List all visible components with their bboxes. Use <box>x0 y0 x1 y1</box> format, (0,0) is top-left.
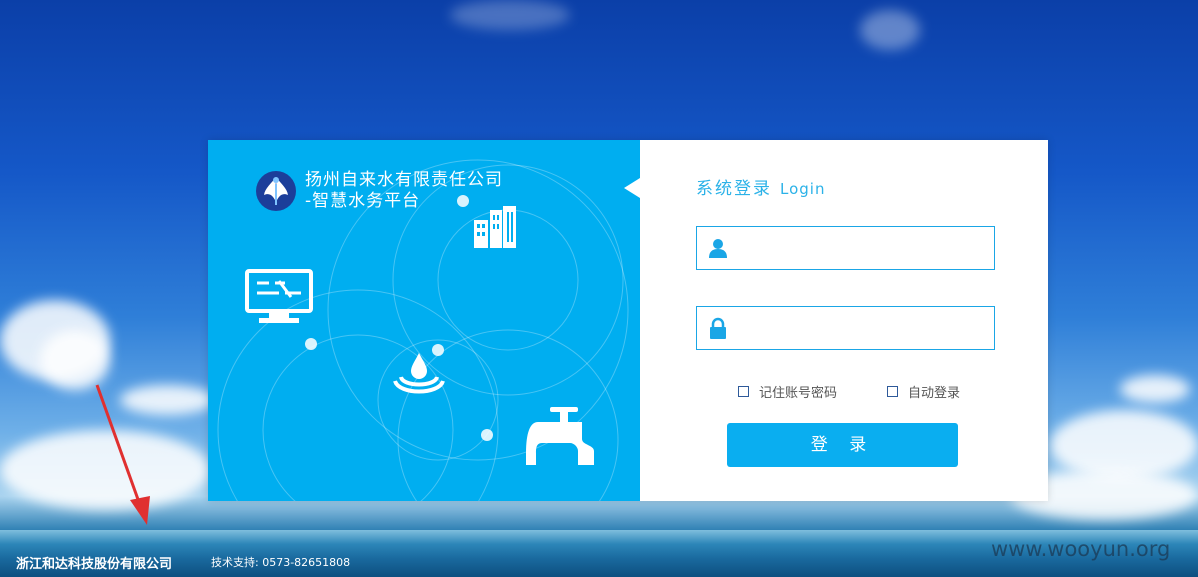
watermark: www.wooyun.org <box>991 537 1171 561</box>
checkbox-box[interactable] <box>738 386 749 397</box>
brand-header: 扬州自来水有限责任公司 -智慧水务平台 <box>255 170 503 212</box>
cloud <box>40 330 110 390</box>
remember-password-label: 记住账号密码 <box>759 386 838 401</box>
faucet-icon <box>526 407 594 465</box>
login-panel: 扬州自来水有限责任公司 -智慧水务平台 系统登录 Login 记住账号密码 自动… <box>208 140 1048 501</box>
lock-icon <box>710 317 726 339</box>
cloud <box>860 10 920 50</box>
water-drop-icon <box>393 353 445 394</box>
monitor-icon <box>245 269 313 323</box>
cloud <box>450 0 570 30</box>
cloud <box>0 430 210 510</box>
city-buildings-icon <box>474 206 516 248</box>
login-title-cn: 系统登录 <box>696 179 772 199</box>
checkbox-box[interactable] <box>887 386 898 397</box>
footer-support: 技术支持: 0573-82651808 <box>211 556 351 569</box>
username-field[interactable] <box>696 226 995 271</box>
brand-panel: 扬州自来水有限责任公司 -智慧水务平台 <box>208 140 640 501</box>
password-field[interactable] <box>696 306 995 351</box>
panel-pointer <box>624 178 640 198</box>
cloud <box>1050 410 1198 480</box>
remember-password-checkbox[interactable]: 记住账号密码 <box>738 382 837 401</box>
auto-login-checkbox[interactable]: 自动登录 <box>887 382 960 401</box>
cloud <box>120 385 215 415</box>
company-name: 扬州自来水有限责任公司 <box>305 170 503 190</box>
user-icon <box>709 239 727 258</box>
footer-company: 浙江和达科技股份有限公司 <box>16 557 173 572</box>
auto-login-label: 自动登录 <box>908 386 961 401</box>
cloud <box>1120 375 1190 403</box>
password-input[interactable] <box>737 307 991 351</box>
login-button[interactable]: 登 录 <box>727 423 958 467</box>
company-logo-icon <box>256 171 296 211</box>
username-input[interactable] <box>737 227 991 271</box>
login-title-en: Login <box>780 180 826 198</box>
login-title: 系统登录 Login <box>696 174 825 199</box>
login-form: 系统登录 Login 记住账号密码 自动登录 登 录 <box>624 140 1048 501</box>
